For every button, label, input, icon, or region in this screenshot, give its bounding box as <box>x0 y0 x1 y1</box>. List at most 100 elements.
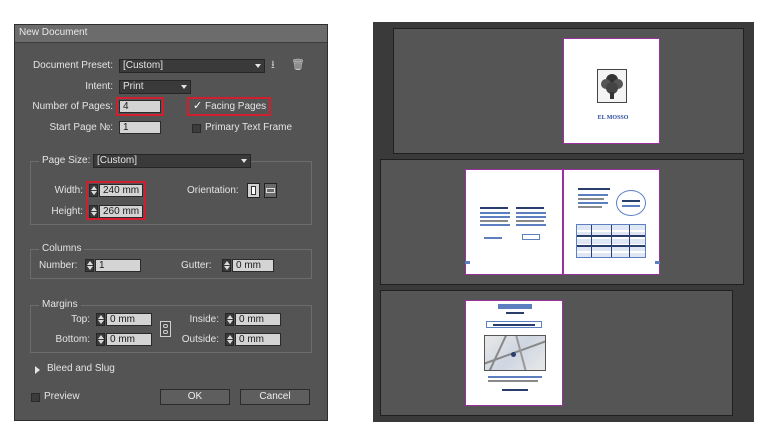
columns-title: Columns <box>39 243 85 255</box>
delete-preset-icon[interactable]: 🗑 <box>291 59 305 71</box>
page2-line <box>480 216 510 218</box>
page-size-value: [Custom] <box>97 155 138 166</box>
margin-inside-input[interactable]: 0 mm <box>235 313 281 326</box>
page-2[interactable] <box>465 169 563 275</box>
spread-2 <box>380 159 744 285</box>
facing-pages-highlight <box>187 97 271 116</box>
intent-select[interactable]: Print <box>119 80 191 94</box>
page3-table-row <box>577 235 645 237</box>
height-label: Height: <box>51 206 83 217</box>
chain-link-top <box>163 324 168 328</box>
margin-outside-label: Outside: <box>181 334 219 345</box>
page3-circle-line <box>622 200 640 202</box>
portrait-orientation-icon[interactable] <box>247 183 260 198</box>
gutter-input[interactable]: 0 mm <box>232 259 274 272</box>
primary-text-frame-checkbox[interactable] <box>192 124 201 133</box>
chain-link-bottom <box>163 330 168 334</box>
columns-number-stepper[interactable] <box>85 259 94 272</box>
orientation-label: Orientation: <box>187 185 239 196</box>
page3-line <box>578 206 602 208</box>
margin-inside-label: Inside: <box>189 314 219 325</box>
page3-circle-line <box>622 205 640 207</box>
portrait-orientation-glyph <box>251 186 256 195</box>
number-of-pages-highlight <box>116 97 164 116</box>
landscape-orientation-icon[interactable] <box>264 183 277 198</box>
margin-top-stepper[interactable] <box>96 313 105 326</box>
bleed-and-slug-label[interactable]: Bleed and Slug <box>47 363 115 375</box>
spread2-page-marker-left <box>465 261 470 264</box>
page3-table-row <box>577 245 645 247</box>
preview-checkbox[interactable] <box>31 393 40 402</box>
page-1[interactable]: EL MOSSO <box>563 38 660 144</box>
page2-line <box>516 216 546 218</box>
start-page-input[interactable]: 1 <box>119 121 161 134</box>
disclosure-triangle-icon[interactable] <box>35 366 40 374</box>
page4-map-marker <box>511 352 516 357</box>
margin-outside-stepper[interactable] <box>225 333 234 346</box>
preview-label: Preview <box>44 391 80 402</box>
margin-top-input[interactable]: 0 mm <box>106 313 152 326</box>
ok-button[interactable]: OK <box>160 389 230 405</box>
page2-line <box>516 212 546 214</box>
cancel-button[interactable]: Cancel <box>240 389 310 405</box>
page2-heading-right <box>516 207 544 209</box>
save-preset-icon[interactable]: ⭳ <box>271 59 275 71</box>
landscape-orientation-glyph <box>266 188 275 193</box>
tree-logo-icon <box>601 74 623 99</box>
gutter-label: Gutter: <box>181 260 212 271</box>
page3-line <box>578 202 608 204</box>
dimensions-highlight <box>86 181 146 220</box>
page3-heading <box>578 188 610 190</box>
page4-title-bar <box>498 304 532 309</box>
document-preset-value: [Custom] <box>123 60 164 71</box>
dialog-titlebar[interactable]: New Document <box>15 25 327 43</box>
intent-value: Print <box>123 81 144 92</box>
page4-title-line <box>506 312 524 314</box>
page2-footer-mark <box>484 237 502 239</box>
page-3[interactable] <box>563 169 660 275</box>
page-size-label: Page Size: <box>39 155 94 167</box>
page2-line <box>480 212 510 214</box>
page2-line <box>480 220 508 222</box>
columns-number-label: Number: <box>39 260 78 271</box>
spread-3 <box>380 290 733 416</box>
dropdown-arrow-icon <box>255 64 261 68</box>
page3-circle-graphic <box>616 190 646 216</box>
page4-map-road <box>485 336 508 370</box>
columns-number-input[interactable]: 1 <box>95 259 141 272</box>
margin-bottom-input[interactable]: 0 mm <box>106 333 152 346</box>
document-preset-select[interactable]: [Custom] <box>119 59 265 73</box>
page3-line <box>578 198 604 200</box>
pasteboard-canvas: EL MOSSO <box>373 22 754 422</box>
new-document-dialog: New Document Document Preset: [Custom] ⭳… <box>14 24 328 421</box>
number-of-pages-label: Number of Pages: <box>32 101 113 112</box>
margin-top-label: Top: <box>71 314 90 325</box>
page3-table <box>576 224 646 258</box>
margins-title: Margins <box>39 299 81 311</box>
page2-line <box>516 220 544 222</box>
gutter-stepper[interactable] <box>222 259 231 272</box>
page-size-select[interactable]: [Custom] <box>93 154 251 168</box>
screenshot-root: New Document Document Preset: [Custom] ⭳… <box>0 0 761 438</box>
start-page-label: Start Page №: <box>49 122 113 133</box>
page4-footer-mark <box>502 389 528 391</box>
width-label: Width: <box>54 185 83 196</box>
page4-map-graphic <box>484 335 546 371</box>
page3-table-col <box>629 225 630 257</box>
margin-outside-input[interactable]: 0 mm <box>235 333 281 346</box>
intent-label: Intent: <box>85 81 113 92</box>
page2-heading-left <box>480 207 508 209</box>
chain-link-icon[interactable] <box>160 321 171 337</box>
dropdown-arrow-icon <box>241 159 247 163</box>
spread2-page-marker-right <box>655 261 660 264</box>
page2-line <box>516 224 546 226</box>
margin-bottom-stepper[interactable] <box>96 333 105 346</box>
page2-line <box>480 224 510 226</box>
dropdown-arrow-icon <box>181 85 187 89</box>
spread-1: EL MOSSO <box>393 28 744 154</box>
page2-small-box <box>522 234 540 240</box>
margin-inside-stepper[interactable] <box>225 313 234 326</box>
page4-subtitle-box <box>486 321 542 328</box>
page4-subtitle-line <box>493 324 535 326</box>
page-4[interactable] <box>465 300 563 406</box>
